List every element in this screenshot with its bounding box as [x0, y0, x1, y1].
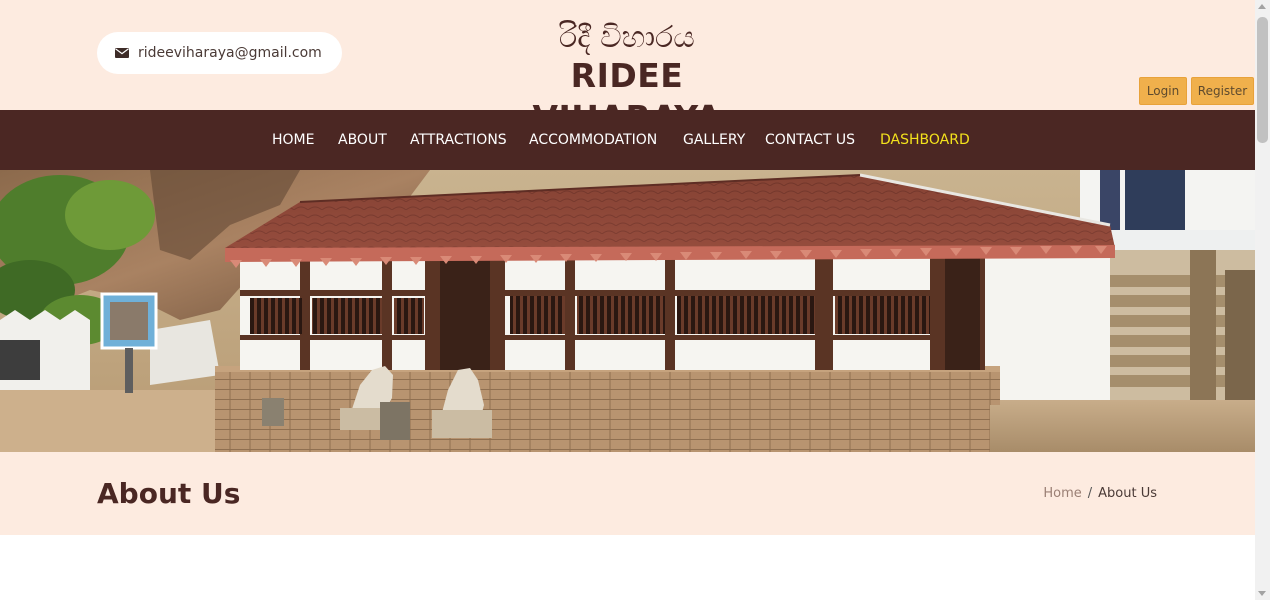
site-header: rideeviharaya@gmail.com රිදී විහාරය RIDE…	[0, 0, 1255, 137]
nav-dashboard[interactable]: DASHBOARD	[880, 110, 970, 170]
nav-accommodation[interactable]: ACCOMMODATION	[529, 110, 657, 170]
nav-home[interactable]: HOME	[272, 110, 314, 170]
scrollbar-thumb[interactable]	[1257, 17, 1268, 143]
register-button[interactable]: Register	[1191, 77, 1254, 105]
page-title-band: About Us Home / About Us	[0, 452, 1255, 535]
nav-gallery[interactable]: GALLERY	[683, 110, 745, 170]
nav-attractions[interactable]: ATTRACTIONS	[410, 110, 507, 170]
breadcrumb-separator: /	[1087, 486, 1093, 501]
main-navigation: HOME ABOUT ATTRACTIONS ACCOMMODATION GAL…	[0, 110, 1255, 170]
nav-about[interactable]: ABOUT	[338, 110, 387, 170]
login-button[interactable]: Login	[1139, 77, 1187, 105]
email-contact[interactable]: rideeviharaya@gmail.com	[97, 32, 342, 74]
breadcrumb-home-link[interactable]: Home	[1043, 486, 1081, 501]
scroll-up-arrow-icon[interactable]	[1258, 4, 1266, 9]
page: rideeviharaya@gmail.com රිදී විහාරය RIDE…	[0, 0, 1255, 600]
page-title: About Us	[97, 477, 241, 510]
scroll-down-arrow-icon[interactable]	[1258, 591, 1266, 596]
breadcrumb: Home / About Us	[1043, 485, 1157, 503]
vertical-scrollbar[interactable]	[1255, 0, 1270, 600]
email-address: rideeviharaya@gmail.com	[138, 45, 322, 61]
envelope-icon	[115, 48, 129, 58]
breadcrumb-current: About Us	[1098, 486, 1157, 501]
logo-sinhala: රිදී විහාරය	[559, 20, 695, 55]
hero-banner-image	[0, 170, 1255, 452]
nav-contact-us[interactable]: CONTACT US	[765, 110, 855, 170]
